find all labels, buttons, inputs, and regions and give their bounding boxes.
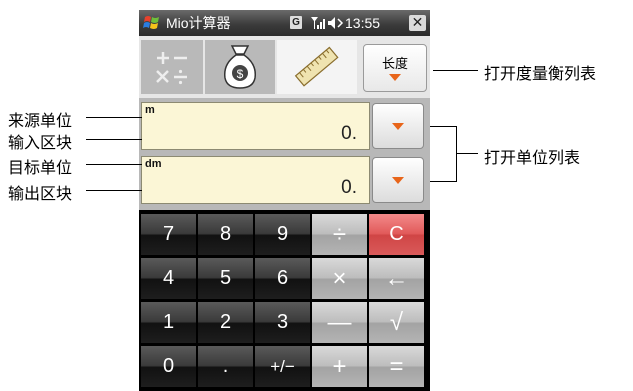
key-3[interactable]: 3 <box>255 302 310 343</box>
annotation-leader <box>86 139 142 140</box>
key-0[interactable]: 0 <box>141 346 196 387</box>
annotation-target-unit: 目标单位 <box>8 158 73 177</box>
close-button[interactable]: ✕ <box>409 15 426 31</box>
annotation-leader <box>456 153 478 154</box>
conversion-display: m 0. dm 0. <box>139 98 430 210</box>
app-title: Mio计算器 <box>166 15 231 31</box>
key-sqrt[interactable]: √ <box>369 302 424 343</box>
key-multiply[interactable]: × <box>312 258 367 299</box>
clock[interactable]: 13:55 <box>345 10 380 36</box>
annotation-leader <box>430 181 456 182</box>
tab-basic-calculator[interactable] <box>141 40 203 94</box>
annotation-bracket <box>456 126 457 182</box>
annotation-leader <box>86 117 142 118</box>
annotation-open-measure-list: 打开度量衡列表 <box>484 64 597 83</box>
key-clear[interactable]: C <box>369 214 424 255</box>
key-7[interactable]: 7 <box>141 214 196 255</box>
key-1[interactable]: 1 <box>141 302 196 343</box>
measure-list-label: 长度 <box>381 57 408 72</box>
key-2[interactable]: 2 <box>198 302 253 343</box>
key-6[interactable]: 6 <box>255 258 310 299</box>
annotation-output-block: 输出区块 <box>8 184 73 203</box>
chevron-down-icon <box>392 177 404 184</box>
annotation-leader <box>86 190 142 191</box>
network-type-badge: G <box>290 16 302 29</box>
chevron-down-icon <box>389 74 401 81</box>
output-value: 0. <box>341 177 357 198</box>
annotation-leader <box>433 70 478 71</box>
key-equals[interactable]: = <box>369 346 424 387</box>
input-field[interactable]: m 0. <box>141 102 370 150</box>
mode-tabs: $ 长度 <box>139 36 430 98</box>
status-bar: Mio计算器 G 13:55 ✕ <box>139 10 430 36</box>
key-5[interactable]: 5 <box>198 258 253 299</box>
annotation-source-unit: 来源单位 <box>8 111 73 130</box>
key-8[interactable]: 8 <box>198 214 253 255</box>
key-divide[interactable]: ÷ <box>312 214 367 255</box>
key-minus[interactable]: — <box>312 302 367 343</box>
chevron-down-icon <box>392 123 404 130</box>
target-unit-label: dm <box>145 158 162 170</box>
plus-minus-times-divide-icon <box>156 52 187 85</box>
calculator-screen: Mio计算器 G 13:55 ✕ $ 长度 m 0. dm 0. 7 8 9 ÷… <box>139 10 430 391</box>
ruler-icon <box>294 46 339 87</box>
annotation-open-unit-list: 打开单位列表 <box>484 148 581 167</box>
signal-icon[interactable] <box>310 16 326 30</box>
tab-currency[interactable]: $ <box>205 40 275 94</box>
speaker-icon[interactable] <box>327 16 345 30</box>
measure-list-button[interactable]: 长度 <box>363 44 427 92</box>
annotation-leader <box>430 126 456 127</box>
key-4[interactable]: 4 <box>141 258 196 299</box>
windows-flag-icon[interactable] <box>143 14 161 32</box>
keypad: 7 8 9 ÷ C 4 5 6 × ← 1 2 3 — √ 0 . +/− + … <box>139 210 430 391</box>
output-field[interactable]: dm 0. <box>141 156 370 204</box>
key-9[interactable]: 9 <box>255 214 310 255</box>
source-unit-dropdown[interactable] <box>372 103 424 149</box>
target-unit-dropdown[interactable] <box>372 157 424 203</box>
money-bag-icon: $ <box>223 45 257 89</box>
key-plus-minus[interactable]: +/− <box>255 346 310 387</box>
key-decimal[interactable]: . <box>198 346 253 387</box>
source-unit-label: m <box>145 104 155 116</box>
key-backspace[interactable]: ← <box>369 258 424 299</box>
key-plus[interactable]: + <box>312 346 367 387</box>
tab-unit-conversion[interactable] <box>277 40 357 94</box>
annotation-leader <box>86 164 142 165</box>
input-value: 0. <box>341 123 357 144</box>
annotation-input-block: 输入区块 <box>8 133 73 152</box>
svg-text:$: $ <box>237 67 244 81</box>
